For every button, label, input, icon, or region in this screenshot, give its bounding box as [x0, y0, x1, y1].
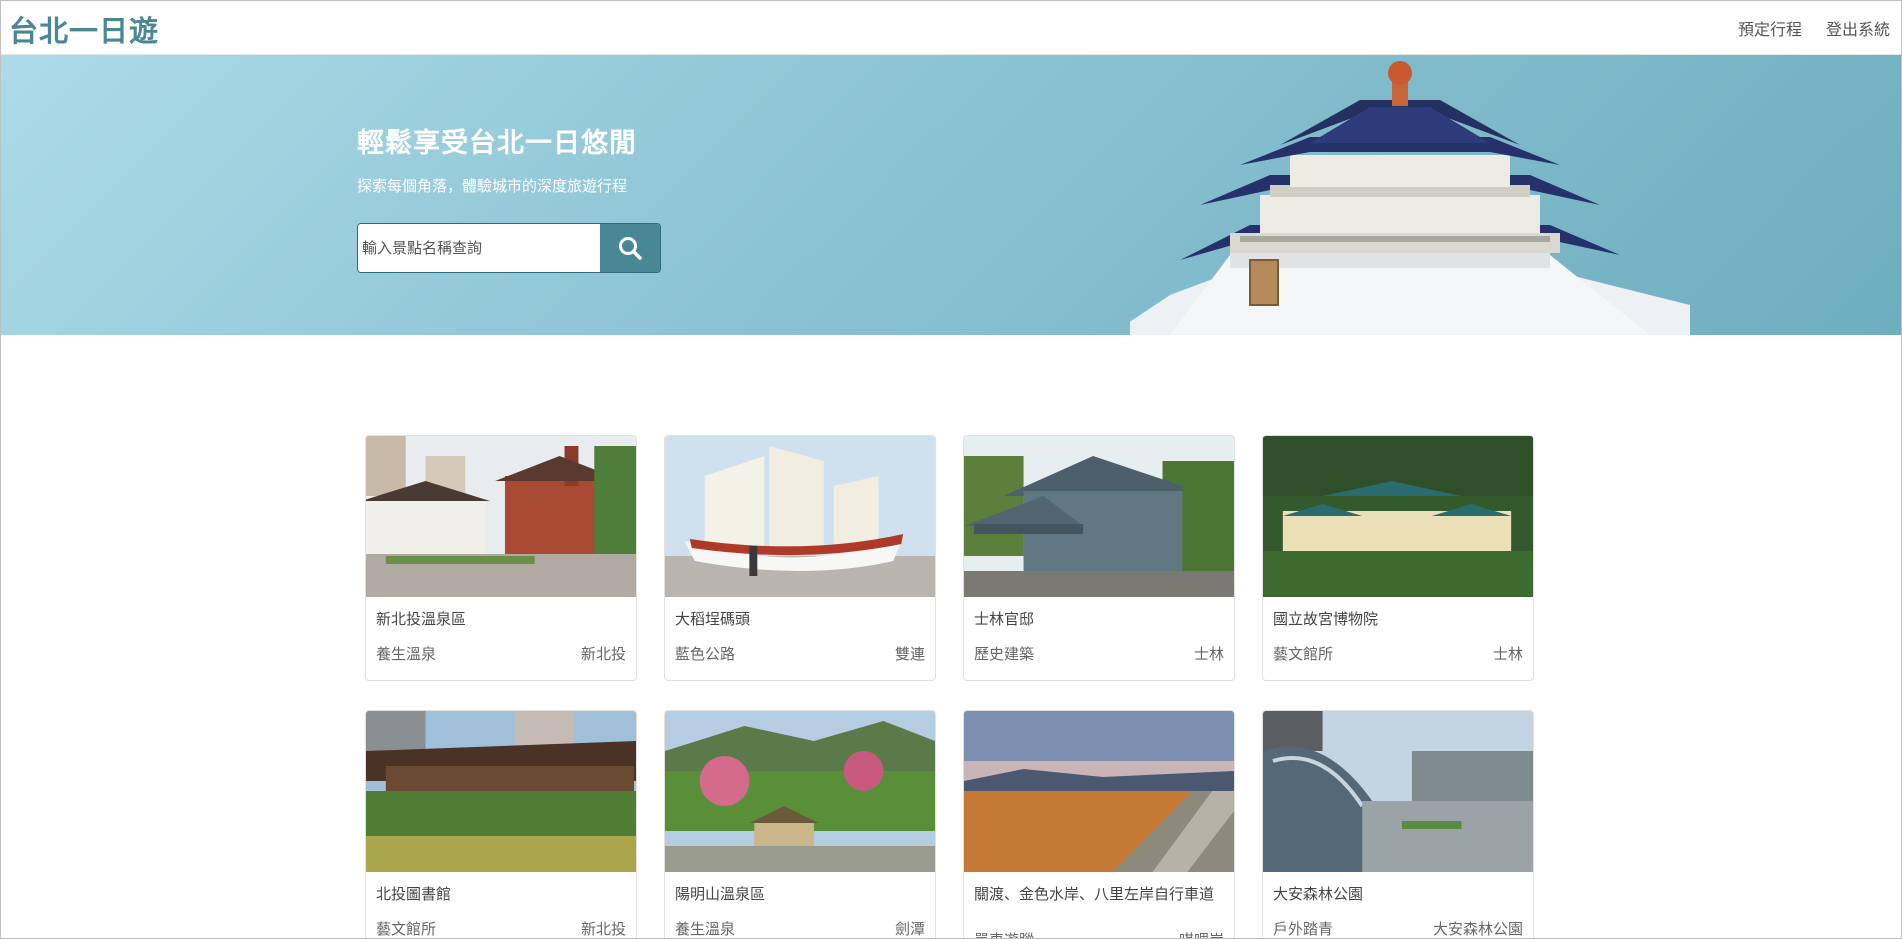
- search-input[interactable]: [358, 224, 600, 272]
- attraction-mrt: 劍潭: [894, 920, 925, 938]
- attraction-photo: [964, 711, 1234, 872]
- attraction-name: 大稻埕碼頭: [675, 610, 751, 628]
- attraction-mrt: 士林: [1193, 645, 1224, 663]
- attraction-photo: [1263, 436, 1533, 597]
- attraction-card[interactable]: 關渡、金色水岸、八里左岸自行車道 單車遊蹤 唭哩岸: [963, 710, 1235, 939]
- attraction-meta: 歷史建築 士林: [974, 643, 1224, 664]
- attraction-card[interactable]: 國立故宮博物院 藝文館所 士林: [1262, 435, 1534, 681]
- attraction-card[interactable]: 北投圖書館 藝文館所 新北投: [365, 710, 637, 939]
- attraction-mrt: 新北投: [580, 645, 626, 663]
- attraction-mrt: 雙連: [894, 645, 925, 663]
- attraction-meta: 藍色公路 雙連: [675, 643, 925, 664]
- attraction-photo: [366, 436, 636, 597]
- attraction-meta: 藝文館所 士林: [1273, 643, 1523, 664]
- attraction-category: 藝文館所: [376, 920, 437, 938]
- attraction-photo: [366, 711, 636, 872]
- attraction-mrt: 唭哩岸: [1179, 929, 1224, 939]
- attraction-name: 陽明山溫泉區: [675, 885, 766, 903]
- attraction-name: 新北投溫泉區: [376, 610, 467, 628]
- attraction-mrt: 大安森林公園: [1432, 920, 1523, 938]
- attraction-photo: [665, 711, 935, 872]
- navbar: 台北一日遊 預定行程 登出系統: [0, 0, 1902, 55]
- attraction-photo: [1263, 711, 1533, 872]
- attraction-category: 藍色公路: [675, 645, 736, 663]
- attraction-card[interactable]: 士林官邸 歷史建築 士林: [963, 435, 1235, 681]
- attraction-category: 養生溫泉: [376, 645, 437, 663]
- nav-links: 預定行程 登出系統: [1738, 0, 1902, 55]
- brand-logo[interactable]: 台北一日遊: [9, 8, 159, 50]
- attraction-meta: 戶外踏青 大安森林公園: [1273, 918, 1523, 939]
- search-icon: [619, 237, 642, 260]
- attraction-category: 歷史建築: [974, 645, 1035, 663]
- attraction-name: 士林官邸: [974, 610, 1035, 628]
- search-bar: [357, 223, 661, 273]
- attraction-name: 北投圖書館: [376, 885, 452, 903]
- attraction-name: 關渡、金色水岸、八里左岸自行車道: [974, 885, 1215, 903]
- attraction-name: 國立故宮博物院: [1273, 610, 1379, 628]
- attraction-card[interactable]: 大稻埕碼頭 藍色公路 雙連: [664, 435, 936, 681]
- attraction-card[interactable]: 陽明山溫泉區 養生溫泉 劍潭: [664, 710, 936, 939]
- attraction-mrt: 士林: [1492, 645, 1523, 663]
- attraction-meta: 養生溫泉 劍潭: [675, 918, 925, 939]
- attraction-category: 戶外踏青: [1273, 920, 1334, 938]
- attraction-mrt: 新北投: [580, 920, 626, 938]
- attraction-category: 藝文館所: [1273, 645, 1334, 663]
- attraction-category: 養生溫泉: [675, 920, 736, 938]
- search-button[interactable]: [600, 224, 660, 272]
- pagoda-illustration: [1130, 61, 1690, 335]
- attraction-meta: 單車遊蹤 唭哩岸: [974, 929, 1224, 939]
- attraction-meta: 養生溫泉 新北投: [376, 643, 626, 664]
- nav-link-booking[interactable]: 預定行程: [1738, 16, 1802, 40]
- hero-subtitle: 探索每個角落，體驗城市的深度旅遊行程: [357, 177, 628, 195]
- attraction-card[interactable]: 新北投溫泉區 養生溫泉 新北投: [365, 435, 637, 681]
- hero-banner: 輕鬆享受台北一日悠閒 探索每個角落，體驗城市的深度旅遊行程: [0, 55, 1902, 335]
- hero-title: 輕鬆享受台北一日悠閒: [357, 128, 637, 159]
- attraction-photo: [964, 436, 1234, 597]
- attraction-name: 大安森林公園: [1273, 885, 1364, 903]
- nav-link-logout[interactable]: 登出系統: [1826, 16, 1890, 40]
- attraction-card[interactable]: 大安森林公園 戶外踏青 大安森林公園: [1262, 710, 1534, 939]
- attraction-category: 單車遊蹤: [974, 929, 1034, 939]
- attraction-meta: 藝文館所 新北投: [376, 918, 626, 939]
- attraction-grid: 新北投溫泉區 養生溫泉 新北投 大稻埕碼頭 藍色公路 雙連 士林官邸 歷史建築 …: [365, 435, 1535, 939]
- attraction-photo: [665, 436, 935, 597]
